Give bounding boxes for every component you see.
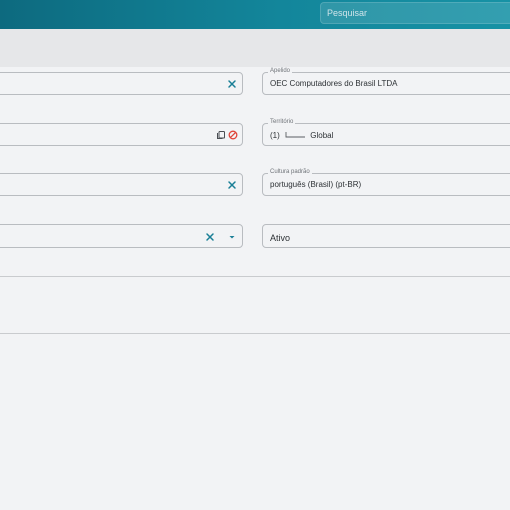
copy-icon[interactable]	[216, 130, 226, 140]
nickname-label: Apelido	[268, 67, 293, 76]
territory-value-line: (1) Global	[270, 131, 333, 140]
status-value: Ativo	[270, 233, 291, 243]
section-divider	[0, 276, 510, 277]
caret-down-icon[interactable]	[228, 233, 236, 241]
culture-value: português (Brasil) (pt-BR)	[270, 180, 362, 189]
territory-level: (1)	[270, 131, 280, 140]
territory-field[interactable]: Território (1) Global	[262, 118, 510, 146]
culture-field[interactable]: Cultura padrão português (Brasil) (pt-BR…	[262, 168, 510, 196]
top-app-bar	[0, 0, 510, 29]
sub-toolbar	[0, 29, 510, 67]
left-field-3[interactable]	[0, 173, 243, 196]
close-icon[interactable]	[227, 79, 237, 89]
culture-label: Cultura padrão	[268, 168, 312, 177]
block-icon[interactable]	[228, 130, 238, 140]
search-box[interactable]	[320, 2, 510, 24]
search-input[interactable]	[327, 5, 507, 21]
territory-name: Global	[310, 131, 334, 140]
left-field-2[interactable]	[0, 123, 243, 146]
nickname-value: OEC Computadores do Brasil LTDA	[270, 79, 398, 88]
section-divider	[0, 333, 510, 334]
tree-connector-icon	[285, 131, 306, 138]
close-icon[interactable]	[227, 180, 237, 190]
nickname-field[interactable]: Apelido OEC Computadores do Brasil LTDA	[262, 67, 510, 95]
status-field[interactable]: Ativo	[262, 224, 510, 248]
close-icon[interactable]	[205, 232, 215, 242]
left-field-1[interactable]	[0, 72, 243, 95]
left-select-4[interactable]	[0, 224, 243, 248]
territory-label: Território	[268, 118, 296, 127]
